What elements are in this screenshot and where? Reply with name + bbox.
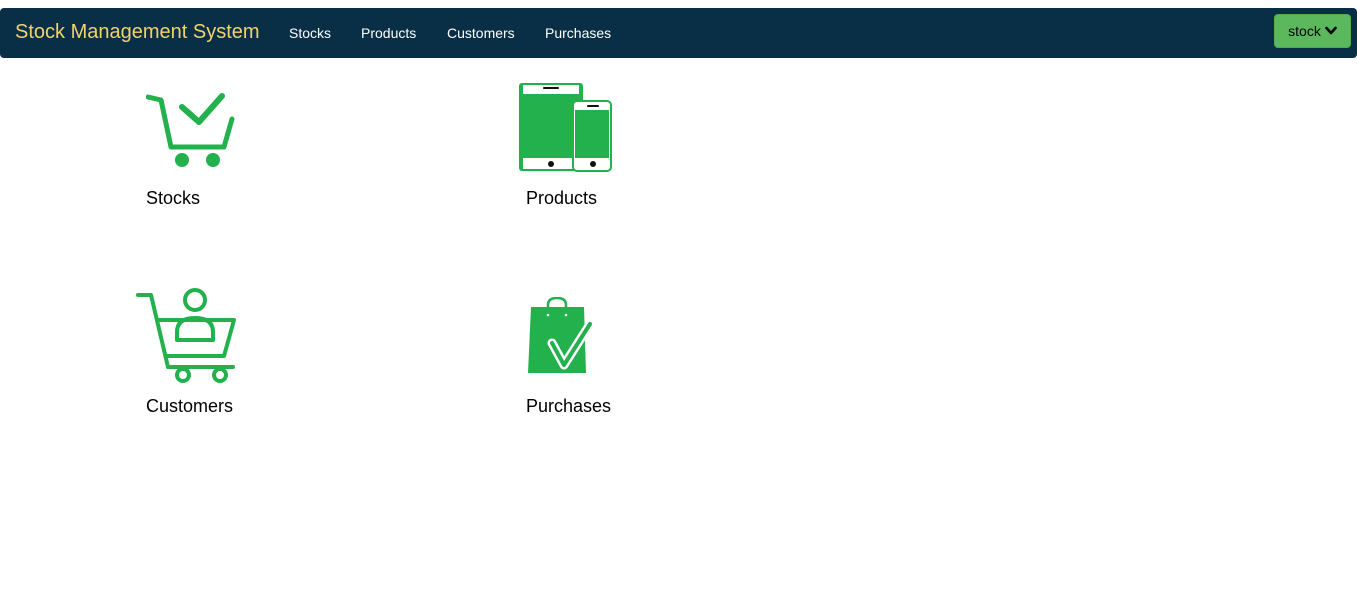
tile-products[interactable]: Products <box>510 80 650 215</box>
tile-label-stocks: Stocks <box>146 188 201 208</box>
user-menu-label: stock <box>1288 23 1321 39</box>
tile-label-products: Products <box>526 188 598 208</box>
nav-link-products[interactable]: Products <box>361 25 416 41</box>
tablet-phone-icon <box>519 83 612 172</box>
tile-stocks[interactable]: Stocks <box>130 80 270 215</box>
nav-link-customers[interactable]: Customers <box>447 25 515 41</box>
tile-label-purchases: Purchases <box>526 396 612 416</box>
user-menu-button[interactable]: stock <box>1274 14 1351 48</box>
customer-cart-icon <box>136 288 236 383</box>
tile-purchases[interactable]: Purchases <box>510 285 650 420</box>
navbar: Stock Management System Stocks Products … <box>0 8 1357 58</box>
nav-link-stocks[interactable]: Stocks <box>289 25 331 41</box>
nav-link-purchases[interactable]: Purchases <box>545 25 611 41</box>
shopping-bag-check-icon <box>528 297 594 373</box>
chevron-down-icon <box>1325 26 1337 35</box>
brand-link[interactable]: Stock Management System <box>15 21 260 44</box>
tile-label-customers: Customers <box>146 396 234 416</box>
cart-check-icon <box>146 93 235 167</box>
tile-customers[interactable]: Customers <box>130 285 270 420</box>
